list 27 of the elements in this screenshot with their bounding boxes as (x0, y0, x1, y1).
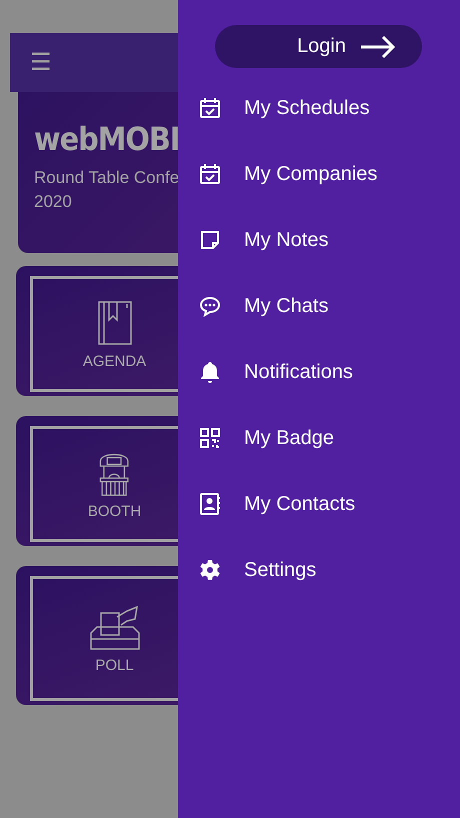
event-year: 2020 (34, 191, 73, 213)
drawer-item[interactable]: Notifications (178, 339, 460, 405)
qr-code-icon (198, 426, 222, 450)
menu-tile[interactable]: BOOTH (16, 416, 178, 546)
event-title: webMOBI (34, 120, 178, 158)
tile-label: BOOTH (88, 502, 142, 520)
drawer-item[interactable]: My Companies (178, 141, 460, 207)
login-button[interactable]: Login (215, 25, 422, 68)
bell-icon (198, 360, 222, 384)
calendar-check-icon (198, 162, 222, 186)
tile-label: AGENDA (82, 352, 146, 370)
drawer-item[interactable]: My Badge (178, 405, 460, 471)
drawer-item[interactable]: My Chats (178, 273, 460, 339)
calendar-check-icon (198, 96, 222, 120)
contact-book-icon (198, 492, 222, 516)
note-icon (198, 228, 222, 252)
menu-tile[interactable]: POLL (16, 566, 178, 705)
chat-bubble-icon (198, 294, 222, 318)
drawer-item[interactable]: My Notes (178, 207, 460, 273)
settings-icon (198, 558, 222, 582)
drawer-item[interactable]: My Contacts (178, 471, 460, 537)
drawer-item[interactable]: My Schedules (178, 75, 460, 141)
tile-label: POLL (95, 657, 134, 674)
arrow-icon (360, 36, 396, 58)
menu-tile[interactable]: AGENDA (16, 266, 178, 396)
menu-icon[interactable]: ☰ (30, 50, 52, 74)
drawer-item[interactable]: Settings (178, 537, 460, 603)
